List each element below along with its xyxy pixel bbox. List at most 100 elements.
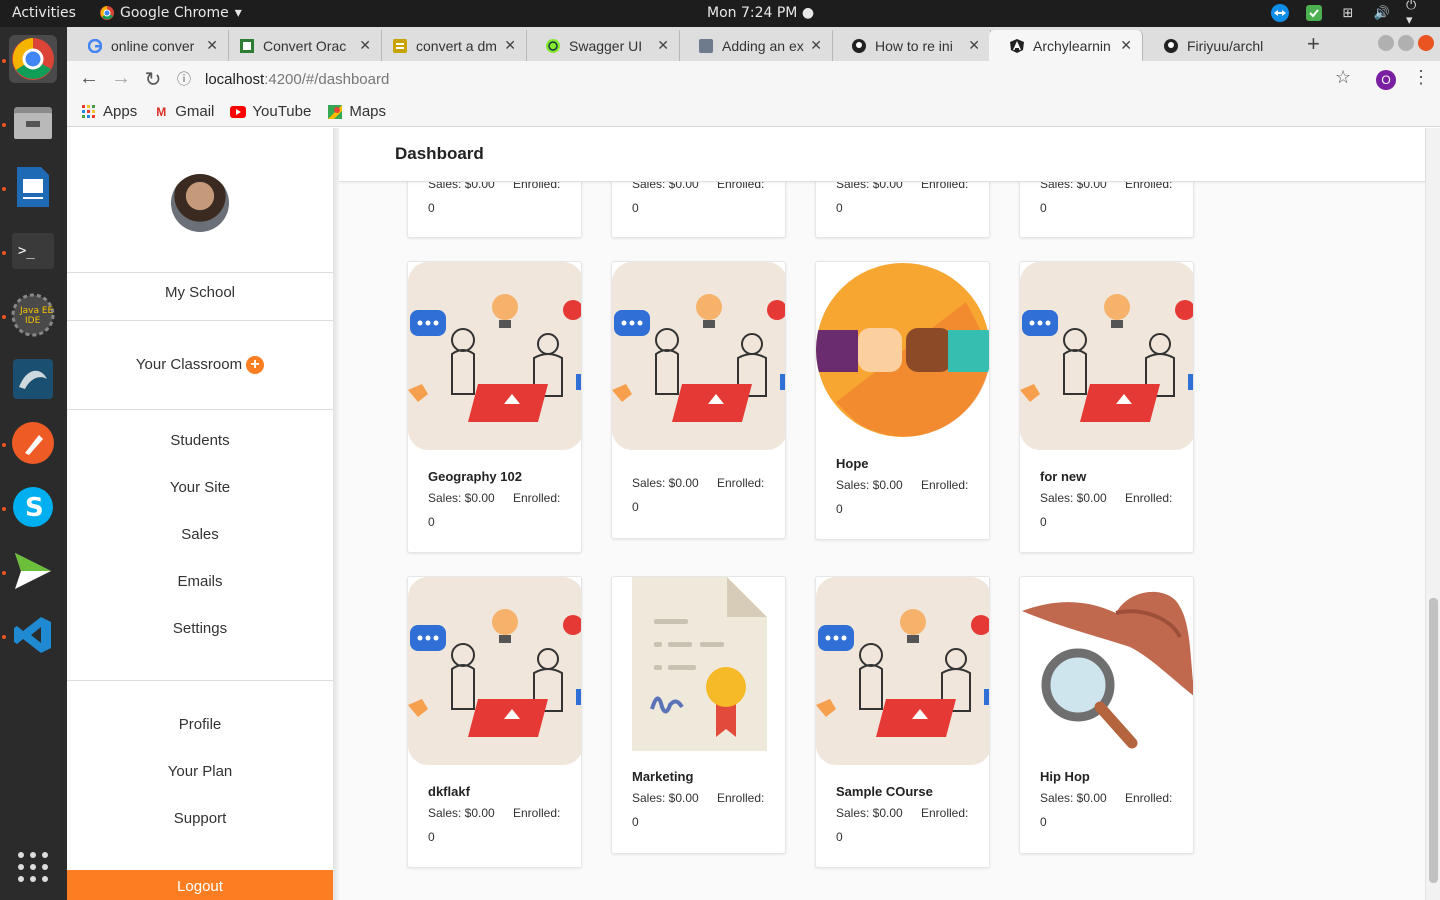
activities-button[interactable]: Activities: [12, 5, 76, 21]
close-window-icon[interactable]: [1418, 35, 1434, 51]
terminal-launcher-icon[interactable]: >_: [9, 227, 57, 275]
show-applications-icon[interactable]: [9, 843, 57, 891]
page-header: Dashboard: [339, 128, 1425, 182]
course-title: dkflakf: [428, 784, 470, 799]
running-indicator: [2, 315, 6, 319]
vscode-launcher-icon[interactable]: [9, 611, 57, 659]
classroom-illustration: [408, 577, 581, 765]
sidebar-item-emails[interactable]: Emails: [67, 573, 333, 590]
clock[interactable]: Mon 7:24 PM ●: [707, 5, 814, 21]
close-tab-icon[interactable]: ✕: [504, 37, 516, 54]
course-enrolled-label: Enrolled:: [1125, 182, 1173, 191]
course-card[interactable]: Geography 102 Sales: $0.00 Enrolled: 0: [407, 261, 582, 553]
chrome-launcher-icon[interactable]: [9, 35, 57, 83]
course-grid: Sales: $0.00 Enrolled: 0 Sales: $0.00 En…: [339, 182, 1425, 900]
sidebar-item-sales[interactable]: Sales: [67, 526, 333, 543]
writer-launcher-icon[interactable]: [9, 163, 57, 211]
files-launcher-icon[interactable]: [9, 99, 57, 147]
sidebar-item-your-plan[interactable]: Your Plan: [67, 763, 333, 780]
sidebar-item-profile[interactable]: Profile: [67, 716, 333, 733]
browser-tab[interactable]: Firiyuu/archl: [1143, 30, 1303, 61]
address-bar[interactable]: ⓘ localhost:4200/#/dashboard: [177, 66, 1357, 92]
volume-icon[interactable]: 🔊: [1372, 3, 1392, 23]
forward-icon[interactable]: →: [109, 67, 133, 90]
bookmark-star-icon[interactable]: ☆: [1335, 67, 1351, 88]
course-card[interactable]: for new Sales: $0.00 Enrolled: 0: [1019, 261, 1194, 553]
close-tab-icon[interactable]: ✕: [359, 37, 371, 54]
page-scrollbar[interactable]: [1425, 128, 1440, 900]
browser-tab[interactable]: convert a dm ✕: [372, 30, 527, 61]
course-sales: Sales: $0.00: [1040, 791, 1107, 805]
course-card[interactable]: Hip Hop Sales: $0.00 Enrolled: 0: [1019, 576, 1194, 854]
logout-button[interactable]: Logout: [67, 870, 333, 900]
tab-title: convert a dm: [416, 37, 497, 54]
app-menu[interactable]: Google Chrome ▾: [100, 5, 242, 21]
bookmark-maps[interactable]: Maps: [327, 103, 386, 120]
angular-icon: [1009, 38, 1025, 54]
url-host: localhost: [205, 70, 265, 88]
course-card[interactable]: Sales: $0.00 Enrolled: 0: [407, 182, 582, 238]
swagger-icon: [545, 38, 561, 54]
bookmark-gmail[interactable]: M Gmail: [153, 103, 214, 120]
course-enrolled-label: Enrolled:: [921, 182, 969, 191]
close-tab-icon[interactable]: ✕: [810, 37, 822, 54]
course-enrolled-label: Enrolled:: [1125, 791, 1173, 805]
system-tray: ⊞ 🔊 ⏻ ▾: [1270, 0, 1426, 28]
minimize-icon[interactable]: [1378, 35, 1394, 51]
divider: [67, 680, 333, 681]
course-card[interactable]: Sample COurse Sales: $0.00 Enrolled: 0: [815, 576, 990, 868]
skype-launcher-icon[interactable]: S: [9, 483, 57, 531]
teamviewer-icon[interactable]: [1270, 3, 1290, 23]
avatar[interactable]: [171, 174, 229, 232]
window-controls: [1378, 35, 1434, 51]
update-shield-icon[interactable]: [1304, 3, 1324, 23]
course-enrolled-count: 0: [1040, 515, 1047, 529]
sidebar-item-support[interactable]: Support: [67, 810, 333, 827]
bookmark-youtube[interactable]: YouTube: [230, 103, 311, 120]
scrollbar-thumb[interactable]: [1429, 598, 1438, 883]
bookmark-apps[interactable]: Apps: [81, 103, 137, 120]
chrome-menu-icon[interactable]: ⋮: [1412, 67, 1430, 88]
certificate-illustration: [632, 577, 767, 751]
course-card[interactable]: Sales: $0.00 Enrolled: 0: [1019, 182, 1194, 238]
reload-icon[interactable]: ↻: [141, 67, 165, 92]
course-card[interactable]: Sales: $0.00 Enrolled: 0: [815, 182, 990, 238]
profile-avatar[interactable]: O: [1376, 70, 1396, 90]
close-tab-icon[interactable]: ✕: [1120, 37, 1132, 54]
sidebar-item-your-classroom[interactable]: Your Classroom +: [67, 356, 333, 375]
course-card[interactable]: dkflakf Sales: $0.00 Enrolled: 0: [407, 576, 582, 868]
sidebar-item-settings[interactable]: Settings: [67, 620, 333, 637]
network-icon[interactable]: ⊞: [1338, 3, 1358, 23]
course-enrolled-count: 0: [836, 201, 843, 215]
browser-tab[interactable]: Adding an ex ✕: [678, 30, 833, 61]
add-icon[interactable]: +: [246, 356, 265, 375]
course-card[interactable]: Sales: $0.00 Enrolled: 0: [611, 261, 786, 539]
mysql-workbench-launcher-icon[interactable]: [9, 355, 57, 403]
course-enrolled-count: 0: [632, 815, 639, 829]
sidebar-item-students[interactable]: Students: [67, 432, 333, 449]
tab-title: Firiyuu/archl: [1187, 37, 1264, 54]
sidebar-item-my-school[interactable]: My School: [67, 284, 333, 301]
close-tab-icon[interactable]: ✕: [206, 37, 218, 54]
eclipse-launcher-icon[interactable]: Java EE IDE: [9, 291, 57, 339]
course-sales: Sales: $0.00: [632, 791, 699, 805]
site-info-icon[interactable]: ⓘ: [177, 69, 191, 89]
browser-tab[interactable]: online conver ✕: [67, 30, 229, 61]
back-icon[interactable]: ←: [77, 67, 101, 90]
browser-tab[interactable]: Swagger UI ✕: [525, 30, 680, 61]
close-tab-icon[interactable]: ✕: [657, 37, 669, 54]
course-card[interactable]: Marketing Sales: $0.00 Enrolled: 0: [611, 576, 786, 854]
browser-tab-active[interactable]: Archylearnin ✕: [989, 30, 1143, 61]
course-sales: Sales: $0.00: [632, 476, 699, 490]
sidebar-item-your-site[interactable]: Your Site: [67, 479, 333, 496]
remote-desktop-launcher-icon[interactable]: [9, 547, 57, 595]
browser-tab[interactable]: How to re ini ✕: [831, 30, 991, 61]
course-card[interactable]: Sales: $0.00 Enrolled: 0: [611, 182, 786, 238]
postman-launcher-icon[interactable]: [9, 419, 57, 467]
new-tab-icon[interactable]: +: [1307, 31, 1320, 57]
close-tab-icon[interactable]: ✕: [968, 37, 980, 54]
course-card[interactable]: Hope Sales: $0.00 Enrolled: 0: [815, 261, 990, 540]
maximize-icon[interactable]: [1398, 35, 1414, 51]
power-icon[interactable]: ⏻ ▾: [1406, 0, 1426, 28]
browser-tab[interactable]: Convert Orac ✕: [219, 30, 382, 61]
